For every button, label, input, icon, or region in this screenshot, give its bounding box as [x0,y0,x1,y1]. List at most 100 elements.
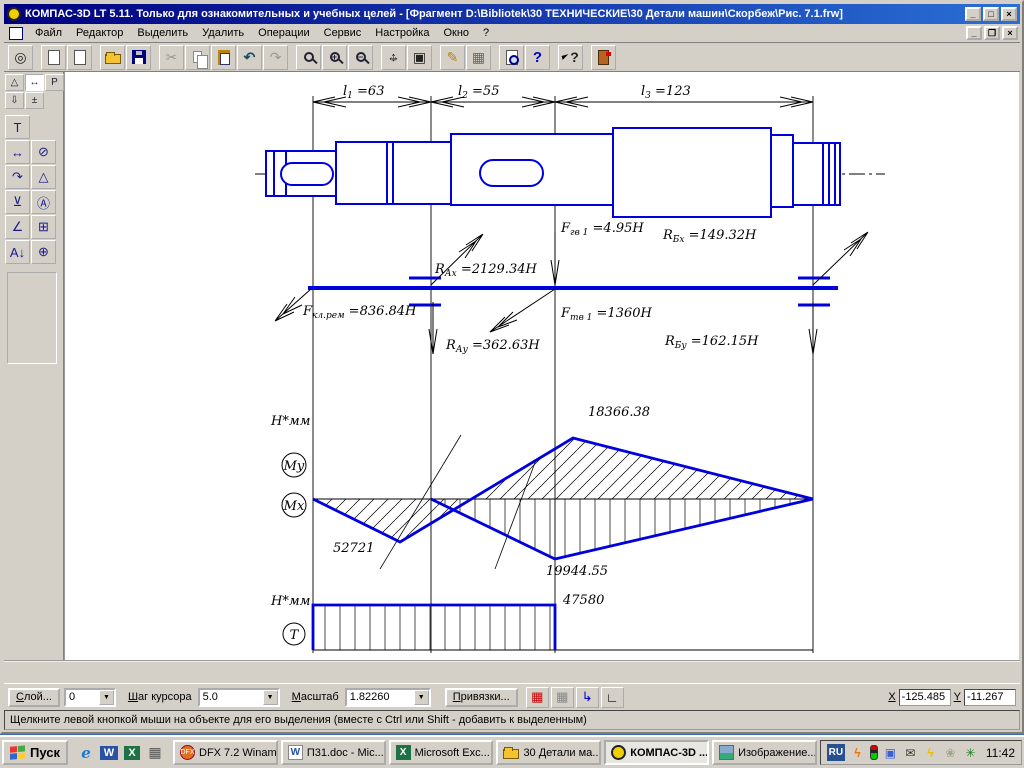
x-coord-value[interactable]: -125.485 [898,688,951,706]
menu-editor[interactable]: Редактор [69,25,130,41]
pan-button[interactable]: ↔ ↕ [381,44,406,70]
task-kompas[interactable]: КОМПАС-3D ... [604,740,710,765]
show-all-button[interactable]: ▣ [407,44,432,70]
paste-button[interactable] [211,44,236,70]
minimize-button[interactable]: _ [965,7,981,21]
drawing-canvas[interactable]: l1 =63 l2 =55 l3 =123 Fгв 1 =4.95Н RБх =… [64,72,1019,662]
open-button[interactable] [100,44,125,70]
maximize-button[interactable]: □ [983,7,999,21]
menu-file[interactable]: Файл [28,25,69,41]
zoom-window-button[interactable] [296,44,321,70]
exit-button[interactable] [591,44,616,70]
chevron-down-icon[interactable]: ▼ [262,689,278,705]
menu-help[interactable]: ? [476,25,496,41]
dim-l1-label: l1 =63 [343,84,384,101]
local-cs-button[interactable]: ↳ [575,686,599,708]
help-topics-button[interactable]: ? [525,44,550,70]
mdi-close-button[interactable]: × [1002,26,1018,40]
mail-monitor-icon[interactable]: ✉ [903,745,918,760]
calc-quicklaunch-icon[interactable]: ▦ [145,743,165,763]
tool-table[interactable]: ⊞ [31,215,56,239]
mdi-restore-button[interactable]: ❐ [984,26,1000,40]
shaft-outline[interactable] [265,127,841,218]
tool-linear-dimension[interactable]: ↔ [5,140,30,164]
snap-toggle-button[interactable]: ▦ [525,686,549,708]
lightning-icon[interactable]: ϟ [923,745,938,760]
tool-datum[interactable]: ⊻ [5,190,30,214]
panel-dimensions-button[interactable]: ↔ [25,74,44,91]
menu-select[interactable]: Выделить [130,25,195,41]
word-doc-icon: W [287,745,303,760]
redraw-button[interactable]: ✎ [440,44,465,70]
scale-combo[interactable]: 1.82260 ▼ [344,687,431,707]
zoom-out-button[interactable]: − [348,44,373,70]
task-image-viewer[interactable]: Изображение... [712,740,817,765]
panel-edit-button[interactable]: ⇩ [5,92,24,109]
close-button[interactable]: × [1001,7,1017,21]
menu-operations[interactable]: Операции [251,25,316,41]
tool-angular-dimension[interactable]: △ [31,165,56,189]
tool-radial-dimension[interactable]: ↷ [5,165,30,189]
antivirus-spider-icon[interactable]: ✳ [963,745,978,760]
ortho-corner-icon: ∟ [605,689,619,705]
mdi-document-icon[interactable] [9,26,23,40]
status-message: Щелкните левой кнопкой мыши на объекте д… [10,714,587,726]
menu-settings[interactable]: Настройка [368,25,436,41]
panel-measure-button[interactable]: ± [25,92,44,109]
ie-quicklaunch-icon[interactable]: e [76,743,96,763]
copy-button[interactable] [185,44,210,70]
zoom-in-button[interactable]: + [322,44,347,70]
chevron-down-icon[interactable]: ▼ [413,689,429,705]
grid-toggle-button[interactable]: ▦ [550,686,574,708]
system-tray: RU ϟ ▣ ✉ ϟ ❀ ✳ 11:42 [819,740,1023,765]
tool-chamfer-dimension[interactable]: ∠ [5,215,30,239]
undo-button[interactable]: ↶ [237,44,262,70]
winamp-agent-icon[interactable]: ϟ [850,745,865,760]
excel-quicklaunch-icon[interactable]: X [122,743,142,763]
title-bar[interactable]: КОМПАС-3D LT 5.11. Только для ознакомите… [4,4,1020,24]
webcam-icon[interactable]: ❀ [943,745,958,760]
app-window: КОМПАС-3D LT 5.11. Только для ознакомите… [0,0,1024,734]
new-document-button[interactable] [67,44,92,70]
snaps-button[interactable]: Привязки... [444,687,518,707]
kompas-icon [611,745,627,760]
task-dfx-winamp[interactable]: DFX DFX 7.2 Winamp [173,740,278,765]
chevron-down-icon[interactable]: ▼ [98,689,114,705]
mdi-minimize-button[interactable]: _ [966,26,982,40]
magnifier-icon [303,52,314,62]
redo-button[interactable]: ↷ [263,44,288,70]
network-monitors-icon[interactable]: ▣ [883,745,898,760]
cursor-step-combo[interactable]: 5.0 ▼ [197,687,280,707]
panel-symbols-button[interactable]: P [45,74,64,91]
language-indicator[interactable]: RU [826,744,845,761]
context-help-button[interactable]: ? [558,44,583,70]
new-fragment-button[interactable] [41,44,66,70]
force-rax-label: RАх =2129.34Н [434,262,537,279]
save-button[interactable] [126,44,151,70]
tool-centermark[interactable]: ⊕ [31,240,56,264]
cut-button[interactable]: ✂ [159,44,184,70]
word-quicklaunch-icon[interactable]: W [99,743,119,763]
ortho-button[interactable]: ∟ [600,686,624,708]
task-folder[interactable]: 30 Детали ма... [496,740,602,765]
menu-delete[interactable]: Удалить [195,25,251,41]
tool-diameter-dimension[interactable]: ⊘ [31,140,56,164]
new-sheet-button[interactable]: ◎ [8,44,33,70]
panel-geometry-button[interactable]: △ [5,74,24,91]
start-button[interactable]: Пуск [2,740,68,765]
layer-combo[interactable]: 0 ▼ [63,687,116,707]
tool-text[interactable]: Т [5,115,30,139]
tool-leader[interactable]: Ⓐ [31,190,56,214]
new-document-icon [73,49,86,65]
current-status-panel: Слой... 0 ▼ Шаг курсора 5.0 ▼ Масштаб 1.82… [4,683,1020,710]
calculator-button[interactable]: ▦ [466,44,491,70]
traffic-light-icon[interactable] [869,745,878,760]
print-preview-button[interactable] [499,44,524,70]
menu-window[interactable]: Окно [436,25,476,41]
task-word-doc[interactable]: W П31.doc - Mic... [280,740,386,765]
layer-button[interactable]: Слой... [8,687,60,707]
tool-text-leader[interactable]: A↓ [5,240,30,264]
menu-service[interactable]: Сервис [317,25,369,41]
y-coord-value[interactable]: -11.267 [964,688,1016,706]
task-excel[interactable]: X Microsoft Exc... [388,740,494,765]
